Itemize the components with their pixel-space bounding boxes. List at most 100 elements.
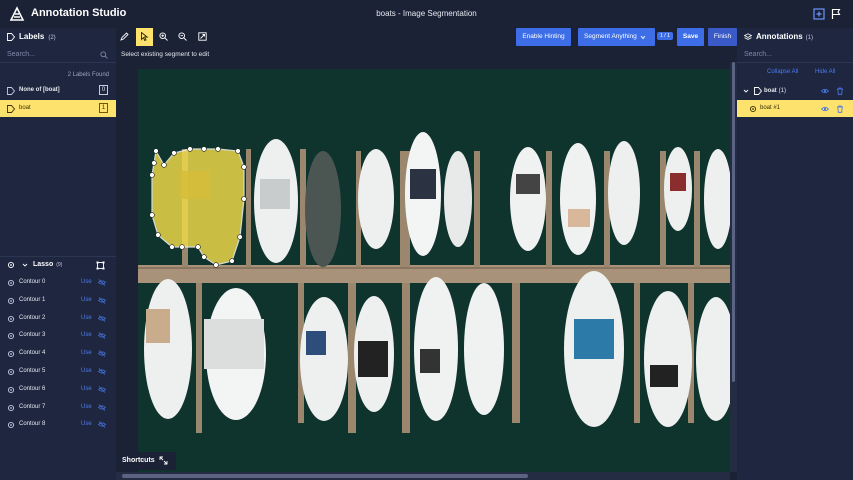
gear-icon (7, 404, 15, 411)
contour-name: Contour 7 (19, 403, 46, 410)
image-canvas[interactable] (138, 69, 730, 472)
zoom-out-icon (178, 32, 187, 41)
label-item-none-of-boat[interactable]: None of [boat] 0 (0, 82, 116, 99)
search-icon (100, 51, 108, 59)
use-contour-button[interactable]: Use (81, 404, 92, 410)
gear-icon (7, 333, 15, 340)
segment-anything-label: Segment Anything (584, 33, 637, 40)
lasso-header[interactable]: Lasso (9) (0, 256, 116, 273)
tag-icon (7, 87, 15, 95)
use-contour-button[interactable]: Use (81, 332, 92, 338)
layers-icon (744, 33, 752, 40)
tag-icon (754, 87, 762, 95)
select-tool-button[interactable] (136, 28, 153, 46)
segment-counter-badge: 1 / 1 (657, 32, 673, 40)
trash-icon[interactable] (836, 105, 844, 113)
collapse-all-link[interactable]: Collapse All (767, 69, 798, 75)
label-item-boat[interactable]: boat 1 (0, 100, 116, 117)
annotations-title: Annotations (756, 32, 803, 41)
use-contour-button[interactable]: Use (81, 279, 92, 285)
eye-off-icon[interactable] (98, 314, 106, 322)
marina-image (138, 69, 730, 472)
gear-icon (7, 422, 15, 429)
labels-search-placeholder: Search... (7, 51, 36, 58)
vertical-scroll-thumb[interactable] (732, 62, 735, 382)
zoom-in-icon (159, 32, 168, 41)
contour-item[interactable]: Contour 4 Use (0, 345, 116, 362)
labels-title: Labels (19, 32, 45, 41)
label-name: None of [boat] (19, 87, 60, 93)
trash-icon[interactable] (836, 87, 844, 95)
shortcuts-label: Shortcuts (122, 457, 155, 464)
gear-icon (7, 261, 15, 269)
add-panel-icon[interactable] (813, 8, 825, 20)
use-contour-button[interactable]: Use (81, 350, 92, 356)
tag-icon (7, 105, 15, 113)
eye-off-icon[interactable] (98, 421, 106, 429)
document-title: boats - Image Segmentation (376, 9, 477, 18)
label-name: boat (19, 105, 31, 111)
eye-off-icon[interactable] (98, 332, 106, 340)
chevron-down-icon (640, 35, 646, 40)
eye-off-icon[interactable] (98, 403, 106, 411)
lasso-title: Lasso (33, 261, 54, 268)
finish-button[interactable]: Finish (708, 28, 737, 46)
annotations-search-input[interactable]: Search... (737, 47, 853, 63)
labels-count: (2) (48, 35, 56, 41)
horizontal-scroll-thumb[interactable] (122, 474, 528, 478)
hide-all-link[interactable]: Hide All (815, 69, 835, 75)
contour-name: Contour 0 (19, 279, 46, 285)
gear-icon (7, 386, 15, 393)
top-bar: Annotation Studio boats - Image Segmenta… (0, 0, 853, 28)
contour-item[interactable]: Contour 2 Use (0, 310, 116, 327)
annotation-group-boat[interactable]: boat (1) (737, 83, 853, 99)
eye-icon[interactable] (821, 87, 829, 95)
eye-off-icon[interactable] (98, 297, 106, 304)
zoom-in-button[interactable] (155, 28, 172, 46)
contour-item[interactable]: Contour 8 Use (0, 416, 116, 433)
contour-name: Contour 1 (19, 296, 46, 303)
gear-icon (7, 368, 15, 376)
contour-name: Contour 3 (19, 332, 46, 339)
enable-hinting-button[interactable]: Enable Hinting (516, 28, 571, 46)
fit-screen-button[interactable] (194, 28, 211, 46)
labels-header: Labels (2) (0, 28, 116, 46)
use-contour-button[interactable]: Use (81, 368, 92, 374)
segment-anything-dropdown[interactable]: Segment Anything (578, 28, 655, 46)
use-contour-button[interactable]: Use (81, 297, 92, 303)
contour-item[interactable]: Contour 7 Use (0, 399, 116, 416)
eye-off-icon[interactable] (98, 386, 106, 393)
select-region-icon[interactable] (96, 261, 105, 270)
contour-item[interactable]: Contour 6 Use (0, 381, 116, 398)
contour-item[interactable]: Contour 3 Use (0, 327, 116, 344)
annotation-app: Annotation Studio boats - Image Segmenta… (0, 0, 853, 480)
chevron-down-icon[interactable] (743, 88, 749, 94)
chevron-down-icon[interactable] (22, 262, 28, 268)
annotation-name: boat #1 (760, 105, 781, 111)
use-contour-button[interactable]: Use (81, 386, 92, 392)
eye-off-icon[interactable] (98, 368, 106, 375)
shortcuts-toggle[interactable]: Shortcuts (116, 452, 176, 470)
gear-icon (7, 315, 15, 322)
contour-name: Contour 2 (19, 314, 46, 321)
annotation-item-boat-1[interactable]: boat #1 (737, 100, 853, 117)
flag-icon[interactable] (830, 8, 842, 20)
pointer-icon (141, 32, 149, 41)
use-contour-button[interactable]: Use (81, 421, 92, 427)
annotations-sidebar: Annotations (1) Search... Collapse All Hi… (737, 28, 853, 480)
contour-item[interactable]: Contour 0 Use (0, 274, 116, 291)
contour-item[interactable]: Contour 5 Use (0, 363, 116, 380)
contour-item[interactable]: Contour 1 Use (0, 292, 116, 309)
expand-icon (159, 456, 168, 465)
horizontal-scrollbar[interactable] (116, 472, 730, 480)
use-contour-button[interactable]: Use (81, 315, 92, 321)
labels-search-input[interactable]: Search... (0, 47, 116, 63)
vertical-scrollbar[interactable] (730, 62, 737, 472)
eye-off-icon[interactable] (98, 279, 106, 286)
save-button[interactable]: Save (677, 28, 704, 46)
eye-off-icon[interactable] (98, 350, 106, 357)
zoom-out-button[interactable] (174, 28, 191, 46)
pen-tool-button[interactable] (116, 28, 133, 46)
eye-icon[interactable] (821, 105, 829, 113)
tag-icon (7, 33, 15, 41)
